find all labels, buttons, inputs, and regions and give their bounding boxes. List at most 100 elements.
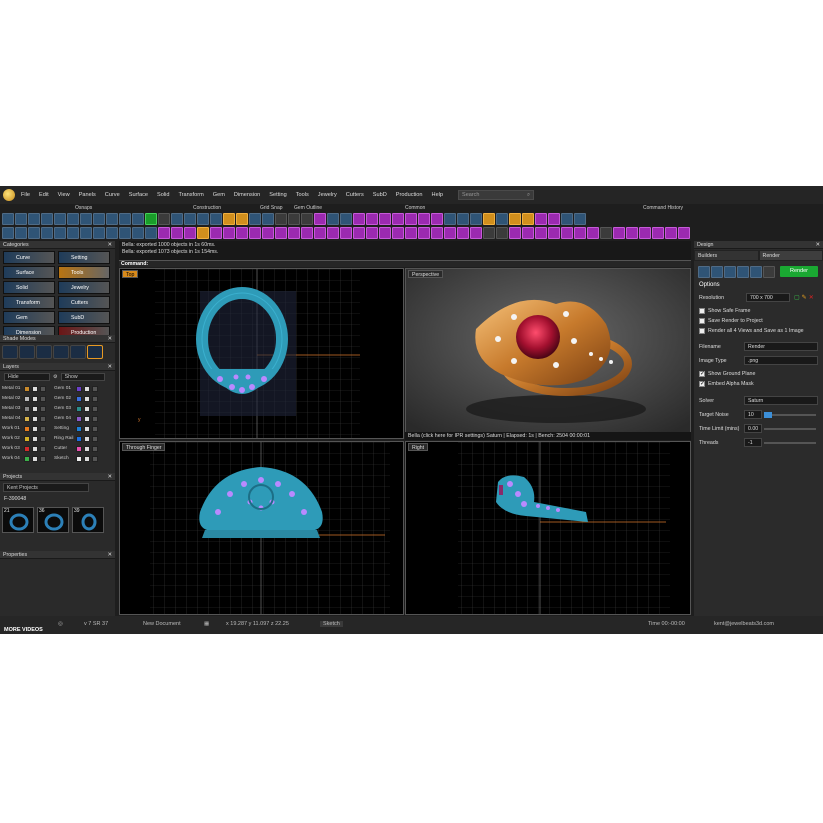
image-type-select[interactable]: .png — [744, 356, 818, 365]
render-button[interactable]: Render — [780, 266, 818, 277]
shade-mode-button-selected[interactable] — [87, 345, 103, 359]
settings-icon[interactable]: ◎ — [58, 621, 63, 627]
toolbar-tool-icon[interactable] — [236, 227, 248, 239]
menu-view[interactable]: View — [58, 192, 70, 198]
layer-color-swatch[interactable] — [76, 385, 82, 392]
menu-solid[interactable]: Solid — [157, 192, 169, 198]
toolbar-tool-icon[interactable] — [327, 213, 339, 225]
viewport-right[interactable]: Right — [405, 441, 691, 615]
toolbar-tool-icon[interactable] — [275, 227, 287, 239]
toolbar-tool-icon[interactable] — [93, 227, 105, 239]
layer-lock-toggle[interactable] — [40, 405, 46, 412]
layer-lock-toggle[interactable] — [40, 385, 46, 392]
toolbar-tool-icon[interactable] — [28, 213, 40, 225]
toolbar-tool-icon[interactable] — [444, 227, 456, 239]
edit-icon[interactable]: ✎ — [802, 294, 807, 301]
layer-lock-toggle[interactable] — [92, 395, 98, 402]
layer-color-swatch[interactable] — [76, 395, 82, 402]
menu-curve[interactable]: Curve — [105, 192, 120, 198]
menu-dimension[interactable]: Dimension — [234, 192, 260, 198]
menu-gem[interactable]: Gem — [213, 192, 225, 198]
save-to-project-checkbox[interactable]: Save Render to Project — [699, 318, 763, 324]
layer-lock-toggle[interactable] — [40, 415, 46, 422]
toolbar-tool-icon[interactable] — [418, 213, 430, 225]
close-icon[interactable]: ✕ — [816, 242, 820, 248]
threads-input[interactable]: -1 — [744, 438, 762, 447]
layer-color-swatch[interactable] — [24, 385, 30, 392]
layer-color-swatch[interactable] — [76, 415, 82, 422]
layer-row[interactable]: Metal 02 Gem 02 — [2, 394, 110, 403]
layer-visibility-toggle[interactable] — [32, 415, 38, 422]
toolbar-tool-icon[interactable] — [431, 227, 443, 239]
toolbar-tool-icon[interactable] — [392, 213, 404, 225]
layer-color-swatch[interactable] — [76, 405, 82, 412]
layer-visibility-toggle[interactable] — [84, 445, 90, 452]
layer-color-swatch[interactable] — [76, 445, 82, 452]
menu-file[interactable]: File — [21, 192, 30, 198]
toolbar-tool-icon[interactable] — [301, 213, 313, 225]
render-mode-icon[interactable] — [724, 266, 736, 278]
search-input[interactable]: Search ⌕ — [458, 190, 535, 200]
toolbar-tool-icon[interactable] — [509, 213, 521, 225]
toolbar-tool-icon[interactable] — [483, 227, 495, 239]
layer-color-swatch[interactable] — [76, 425, 82, 432]
toolbar-tool-icon[interactable] — [379, 213, 391, 225]
layer-visibility-toggle[interactable] — [32, 395, 38, 402]
resolution-select[interactable]: 700 x 700 — [746, 293, 790, 302]
layer-lock-toggle[interactable] — [92, 425, 98, 432]
show-safe-frame-checkbox[interactable]: Show Safe Frame — [699, 308, 750, 314]
toolbar-tool-icon[interactable] — [431, 213, 443, 225]
toolbar-tool-icon[interactable] — [626, 227, 638, 239]
toolbar-tool-icon[interactable] — [587, 227, 599, 239]
layer-row[interactable]: Work 02 Ring Rail — [2, 434, 110, 443]
menu-transform[interactable]: Transform — [178, 192, 203, 198]
menu-help[interactable]: Help — [432, 192, 444, 198]
layer-color-swatch[interactable] — [76, 435, 82, 442]
viewport-perspective[interactable]: Perspective — [405, 268, 691, 440]
project-thumbnail[interactable]: 21 — [2, 507, 34, 533]
toolbar-tool-icon[interactable] — [561, 227, 573, 239]
toolbar-tool-icon[interactable] — [223, 213, 235, 225]
menu-setting[interactable]: Setting — [269, 192, 286, 198]
project-thumbnail[interactable]: 39 — [72, 507, 104, 533]
toolbar-tool-icon[interactable] — [15, 227, 27, 239]
viewport-top[interactable]: Top y — [119, 268, 404, 439]
toolbar-tool-icon[interactable] — [288, 213, 300, 225]
menu-subd[interactable]: SubD — [373, 192, 387, 198]
shade-mode-button[interactable] — [19, 345, 35, 359]
menu-cutters[interactable]: Cutters — [346, 192, 364, 198]
layer-visibility-toggle[interactable] — [84, 425, 90, 432]
toolbar-tool-icon[interactable] — [275, 213, 287, 225]
toolbar-tool-icon[interactable] — [405, 213, 417, 225]
toolbar-tool-icon[interactable] — [41, 213, 53, 225]
toolbar-tool-icon[interactable] — [678, 227, 690, 239]
time-limit-input[interactable]: 0.00 — [744, 424, 762, 433]
toolbar-tool-icon[interactable] — [353, 213, 365, 225]
category-setting[interactable]: Setting — [58, 251, 110, 264]
toolbar-tool-icon[interactable] — [613, 227, 625, 239]
toolbar-tool-icon[interactable] — [210, 213, 222, 225]
toolbar-tool-icon[interactable] — [496, 213, 508, 225]
category-cutters[interactable]: Cutters — [58, 296, 110, 309]
gear-icon[interactable]: ⚙ — [53, 374, 58, 380]
toolbar-tool-icon[interactable] — [340, 227, 352, 239]
toolbar-tool-icon[interactable] — [80, 213, 92, 225]
toolbar-tool-icon[interactable] — [366, 227, 378, 239]
show-ground-plane-checkbox[interactable]: Show Ground Plane — [699, 371, 755, 377]
render-all-checkbox[interactable]: Render all 4 Views and Save as 1 Image — [699, 328, 804, 334]
category-gem[interactable]: Gem — [3, 311, 55, 324]
viewport-tab-top[interactable]: Top — [122, 270, 139, 278]
toolbar-tool-icon[interactable] — [561, 213, 573, 225]
layer-lock-toggle[interactable] — [40, 455, 46, 462]
toolbar-tool-icon[interactable] — [93, 213, 105, 225]
layer-visibility-toggle[interactable] — [32, 435, 38, 442]
tab-render[interactable]: Render — [758, 250, 823, 261]
toolbar-tool-icon[interactable] — [457, 227, 469, 239]
toolbar-tool-icon[interactable] — [236, 213, 248, 225]
toolbar-tool-icon[interactable] — [314, 213, 326, 225]
layers-show-dropdown[interactable]: Show — [60, 373, 105, 381]
layer-visibility-toggle[interactable] — [32, 425, 38, 432]
toolbar-tool-icon[interactable] — [522, 227, 534, 239]
toolbar-tool-icon[interactable] — [210, 227, 222, 239]
layer-lock-toggle[interactable] — [92, 435, 98, 442]
